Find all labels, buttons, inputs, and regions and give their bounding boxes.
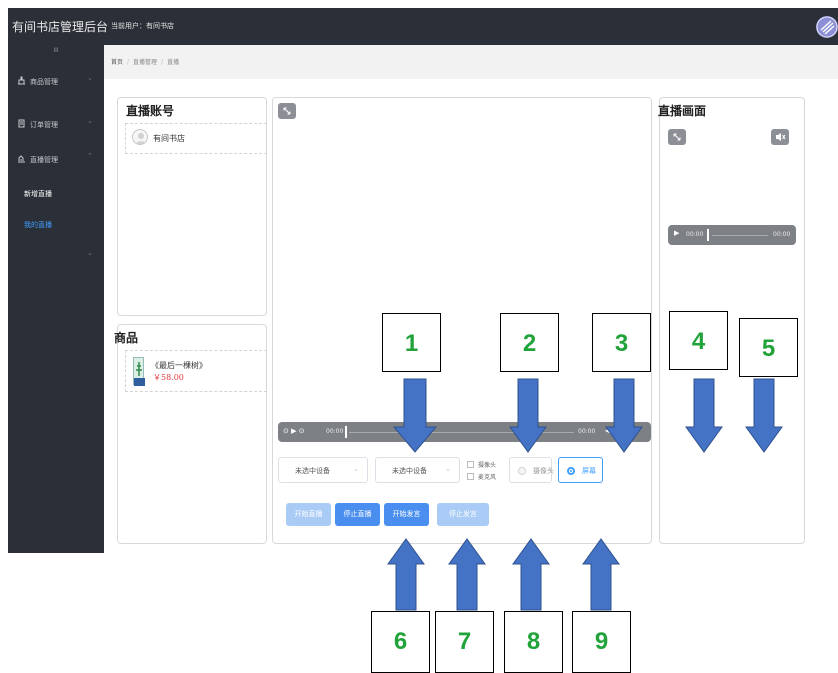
arrow-down-1 (392, 378, 438, 453)
arrow-down-4 (685, 378, 723, 453)
arrow-up-6 (387, 538, 425, 611)
annotation-number-3: 3 (592, 313, 651, 372)
arrow-up-7 (448, 538, 486, 611)
arrow-down-3 (605, 378, 643, 453)
annotation-number-6: 6 (371, 611, 430, 673)
annotation-number-7: 7 (435, 611, 494, 673)
arrow-down-5 (745, 378, 783, 453)
arrow-up-8 (512, 538, 550, 611)
annotation-number-9: 9 (572, 611, 631, 673)
arrow-down-2 (509, 378, 547, 453)
annotation-number-8: 8 (504, 611, 563, 673)
annotation-number-5: 5 (739, 318, 798, 377)
annotation-number-2: 2 (500, 313, 559, 372)
arrow-up-9 (582, 538, 620, 611)
annotation-number-1: 1 (382, 313, 441, 372)
annotation-number-4: 4 (669, 311, 728, 370)
